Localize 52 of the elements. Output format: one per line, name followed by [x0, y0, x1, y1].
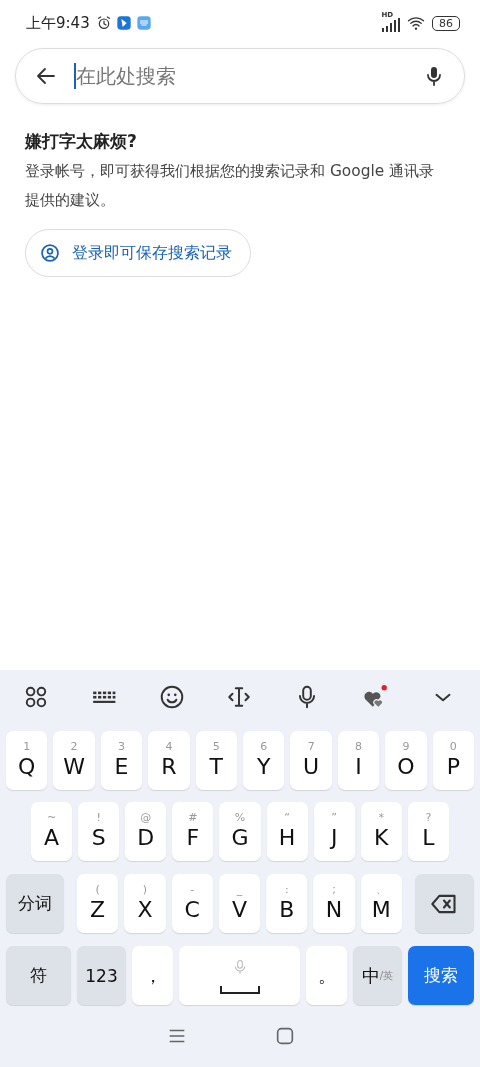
key[interactable]: % G	[219, 802, 261, 861]
alarm-icon	[95, 15, 112, 31]
key[interactable]: # F	[172, 802, 214, 861]
home-icon[interactable]	[274, 1025, 296, 1047]
key[interactable]: 2 W	[53, 731, 95, 790]
key[interactable]: 7 U	[290, 731, 332, 790]
key[interactable]: 0 P	[432, 731, 475, 790]
account-icon	[40, 243, 60, 263]
function-key[interactable]: 分词	[6, 874, 64, 933]
key[interactable]: ) X	[124, 874, 166, 933]
key[interactable]: 。	[306, 946, 347, 1005]
key[interactable]: 1 Q	[6, 731, 48, 790]
key[interactable]: 6 Y	[243, 731, 285, 790]
mic-icon	[232, 957, 247, 976]
key[interactable]: ; N	[313, 874, 355, 933]
key[interactable]: ” J	[313, 802, 355, 861]
key[interactable]: 8 I	[337, 731, 380, 790]
text-caret	[74, 63, 76, 89]
key[interactable]: ，	[132, 946, 173, 1005]
wifi-icon	[406, 14, 426, 32]
battery-indicator: 86	[432, 15, 460, 31]
emoji-icon[interactable]	[158, 684, 185, 710]
app-icon	[115, 15, 132, 31]
prompt-title: 嫌打字太麻烦?	[25, 130, 137, 153]
backspace-key[interactable]	[414, 874, 474, 933]
sign-in-button[interactable]: 登录即可保存搜索记录	[25, 229, 251, 277]
key[interactable]: “ H	[266, 802, 308, 861]
key[interactable]: ! S	[78, 802, 120, 861]
key[interactable]: _ V	[218, 874, 261, 933]
key[interactable]: 3 E	[100, 731, 143, 790]
search-input[interactable]: 在此处搜索	[76, 64, 422, 88]
key[interactable]: 9 O	[385, 731, 427, 790]
key[interactable]: * K	[360, 802, 402, 861]
key[interactable]: ~ A	[31, 802, 73, 861]
key[interactable]: ? L	[407, 802, 449, 861]
key[interactable]: - C	[171, 874, 213, 933]
key[interactable]: : B	[266, 874, 308, 933]
key[interactable]: 4 R	[148, 731, 190, 790]
key[interactable]: 5 T	[195, 731, 238, 790]
apps-icon[interactable]	[23, 684, 49, 710]
hearts-icon[interactable]	[362, 684, 389, 710]
key[interactable]: @ D	[125, 802, 167, 861]
keyboard-app-icon	[135, 15, 152, 31]
status-time: 上午9:43	[26, 13, 90, 33]
function-key[interactable]: 123	[77, 946, 126, 1005]
text-cursor-icon[interactable]	[226, 684, 253, 710]
search-key[interactable]: 搜索	[408, 946, 474, 1005]
space-bar-icon	[219, 985, 260, 994]
prompt-text: 登录帐号，即可获得我们根据您的搜索记录和 Google 通讯录提供的建议。	[25, 161, 436, 211]
function-key[interactable]: 符	[6, 946, 71, 1005]
key[interactable]: ( Z	[77, 874, 119, 933]
key[interactable]: 、 M	[360, 874, 402, 933]
